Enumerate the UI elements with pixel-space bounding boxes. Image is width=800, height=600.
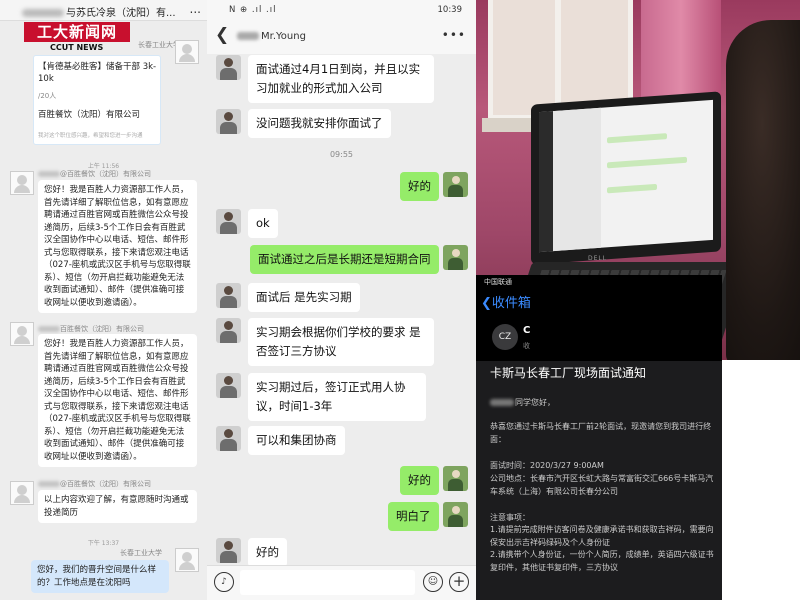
more-icon[interactable]: ••• — [442, 28, 466, 42]
news-logo: 工大新闻网 CCUT NEWS — [24, 20, 140, 56]
wechat-chat-panel: N ⊕ .ıl .ıl 10:39 ❮ Mr.Young ••• 面试通过4月1… — [207, 0, 476, 600]
contact-avatar[interactable] — [216, 318, 241, 343]
contact-avatar[interactable] — [216, 55, 241, 80]
contact-avatar[interactable] — [216, 373, 241, 398]
incoming-message: 没问题我就安排你面试了 — [248, 109, 391, 138]
blurred-name — [38, 481, 60, 487]
outgoing-message: 明白了 — [388, 502, 439, 531]
my-avatar[interactable] — [443, 245, 468, 270]
incoming-message: 面试后 是先实习期 — [248, 283, 360, 312]
sender-initial: C — [523, 325, 531, 336]
job-card[interactable]: 【肯德基必胜客】储备干部 3k-10k /20人 百胜餐饮（沈阳）有限公司 我对… — [33, 55, 161, 145]
logo-sub: CCUT NEWS — [50, 43, 104, 52]
incoming-message: ok — [248, 209, 278, 238]
contact-avatar[interactable] — [216, 538, 241, 563]
note-1: 1.请提前完成附件访客问卷及健康承诺书和获取吉祥码，需要向保安出示吉祥码绿码及个… — [490, 525, 714, 547]
laptop-screen — [531, 91, 721, 265]
blurred-name — [490, 399, 514, 406]
sender-name: 百胜餐饮（沈阳）有限公司 — [60, 325, 144, 333]
auto-reply-message: 您好！我是百胜人力资源部工作人员，首先请详细了解职位信息，如有意愿应聘请通过百胜… — [38, 180, 197, 313]
outgoing-message: 好的 — [400, 466, 439, 495]
timestamp: 09:55 — [329, 150, 354, 159]
user-avatar[interactable] — [175, 40, 199, 64]
my-avatar[interactable] — [443, 466, 468, 491]
plus-icon[interactable]: + — [449, 572, 469, 592]
chat-header: ❮ Mr.Young ••• — [207, 20, 476, 54]
uni-label: 长春工业大学 — [120, 549, 162, 557]
contact-avatar[interactable] — [216, 209, 241, 234]
my-avatar[interactable] — [443, 502, 468, 527]
blurred-name — [38, 171, 60, 177]
sender-name: @百胜餐饮（沈阳）有限公司 — [60, 170, 151, 178]
clock: 10:39 — [437, 5, 463, 15]
blurred-name — [38, 326, 60, 332]
recruiter-avatar[interactable] — [10, 481, 34, 505]
job-title: 【肯德基必胜客】储备干部 3k-10k — [38, 62, 157, 84]
message-input[interactable] — [240, 570, 415, 595]
signal-status: N ⊕ .ıl .ıl — [229, 5, 277, 15]
voice-icon[interactable]: ♪ — [214, 572, 234, 592]
chat-header: 与苏氏冷泉（沈阳）有... ... — [0, 0, 207, 21]
contact-avatar[interactable] — [216, 426, 241, 451]
greeting: 同学您好， — [515, 398, 555, 407]
recruiter-chat-panel: 与苏氏冷泉（沈阳）有... ... 工大新闻网 CCUT NEWS 长春工业大学… — [0, 0, 207, 600]
question-message: 您好，我们的晋升空间是什么样的？工作地点是在沈阳吗 — [31, 560, 169, 593]
person-silhouette — [726, 20, 800, 360]
contact-avatar[interactable] — [216, 109, 241, 134]
user-avatar[interactable] — [175, 548, 199, 572]
incoming-message: 面试通过4月1日到岗，并且以实习加就业的形式加入公司 — [248, 55, 434, 103]
recruiter-avatar[interactable] — [10, 322, 34, 346]
job-count: /20人 — [38, 92, 57, 100]
email-intro: 恭喜您通过卡斯马长春工厂前2轮面试，现邀请您到我司进行终面： — [490, 422, 712, 444]
email-nav: ❮收件箱 — [476, 289, 722, 313]
laptop-brand: DELL — [588, 255, 608, 262]
outgoing-message: 好的 — [400, 172, 439, 201]
auto-reply-message: 您好！我是百胜人力资源部工作人员，首先请详细了解职位信息，如有意愿应聘请通过百胜… — [38, 334, 197, 467]
input-toolbar: ♪ ☺ + — [207, 565, 476, 600]
interview-address: 公司地点：长春市汽开区长虹大路与常富街交汇666号卡斯马汽车系统（上海）有限公司… — [490, 474, 714, 496]
notes-title: 注意事项： — [490, 513, 530, 522]
sender-avatar[interactable]: CZ — [492, 324, 518, 350]
outgoing-message: 面试通过之后是长期还是短期合同 — [250, 245, 439, 274]
recruiter-avatar[interactable] — [10, 171, 34, 195]
emoji-icon[interactable]: ☺ — [423, 572, 443, 592]
back-icon[interactable]: ❮ — [215, 25, 229, 45]
blurred-name — [237, 32, 259, 40]
chat-title: 与苏氏冷泉（沈阳）有... — [66, 8, 176, 19]
sender-name: @百胜餐饮（沈阳）有限公司 — [60, 480, 151, 488]
uni-label: 长春工业大学 — [138, 41, 180, 49]
job-footer: 我对这个职位感兴趣，希望和您进一步沟通 — [38, 133, 143, 139]
email-status-bar: 中国联通 — [476, 275, 722, 289]
interview-time: 面试时间：2020/3/27 9:00AM — [490, 461, 604, 470]
status-bar: N ⊕ .ıl .ıl 10:39 — [207, 0, 476, 20]
contact-avatar[interactable] — [216, 283, 241, 308]
closing-message: 以上内容欢迎了解，有意愿随时沟通或投递简历 — [38, 490, 197, 523]
blurred-name — [22, 9, 64, 17]
email-subject: 卡斯马长春工厂现场面试通知 — [490, 366, 647, 380]
inbox-back-button[interactable]: ❮收件箱 — [481, 292, 531, 311]
email-panel: 中国联通 ❮收件箱 CZ C 收 卡斯马长春工厂现场面试通知 同学您好， 恭喜您… — [476, 275, 722, 600]
incoming-message: 实习期会根据你们学校的要求 是否签订三方协议 — [248, 318, 434, 366]
carrier: 中国联通 — [484, 278, 512, 286]
timestamp: 下午 13:37 — [87, 540, 120, 547]
my-avatar[interactable] — [443, 172, 468, 197]
incoming-message: 实习期过后，签订正式用人协议，时间1-3年 — [248, 373, 426, 421]
note-2: 2.请携带个人身份证，一份个人简历，成绩单，英语四六级证书复印件，其他证书复印件… — [490, 550, 714, 572]
sender-sub: 收 — [523, 342, 530, 350]
incoming-message: 好的 — [248, 538, 287, 567]
contact-name: Mr.Young — [261, 31, 306, 42]
job-company: 百胜餐饮（沈阳）有限公司 — [38, 110, 141, 120]
logo-text: 工大新闻网 — [24, 22, 130, 42]
more-icon[interactable]: ... — [190, 2, 201, 16]
incoming-message: 可以和集团协商 — [248, 426, 345, 455]
